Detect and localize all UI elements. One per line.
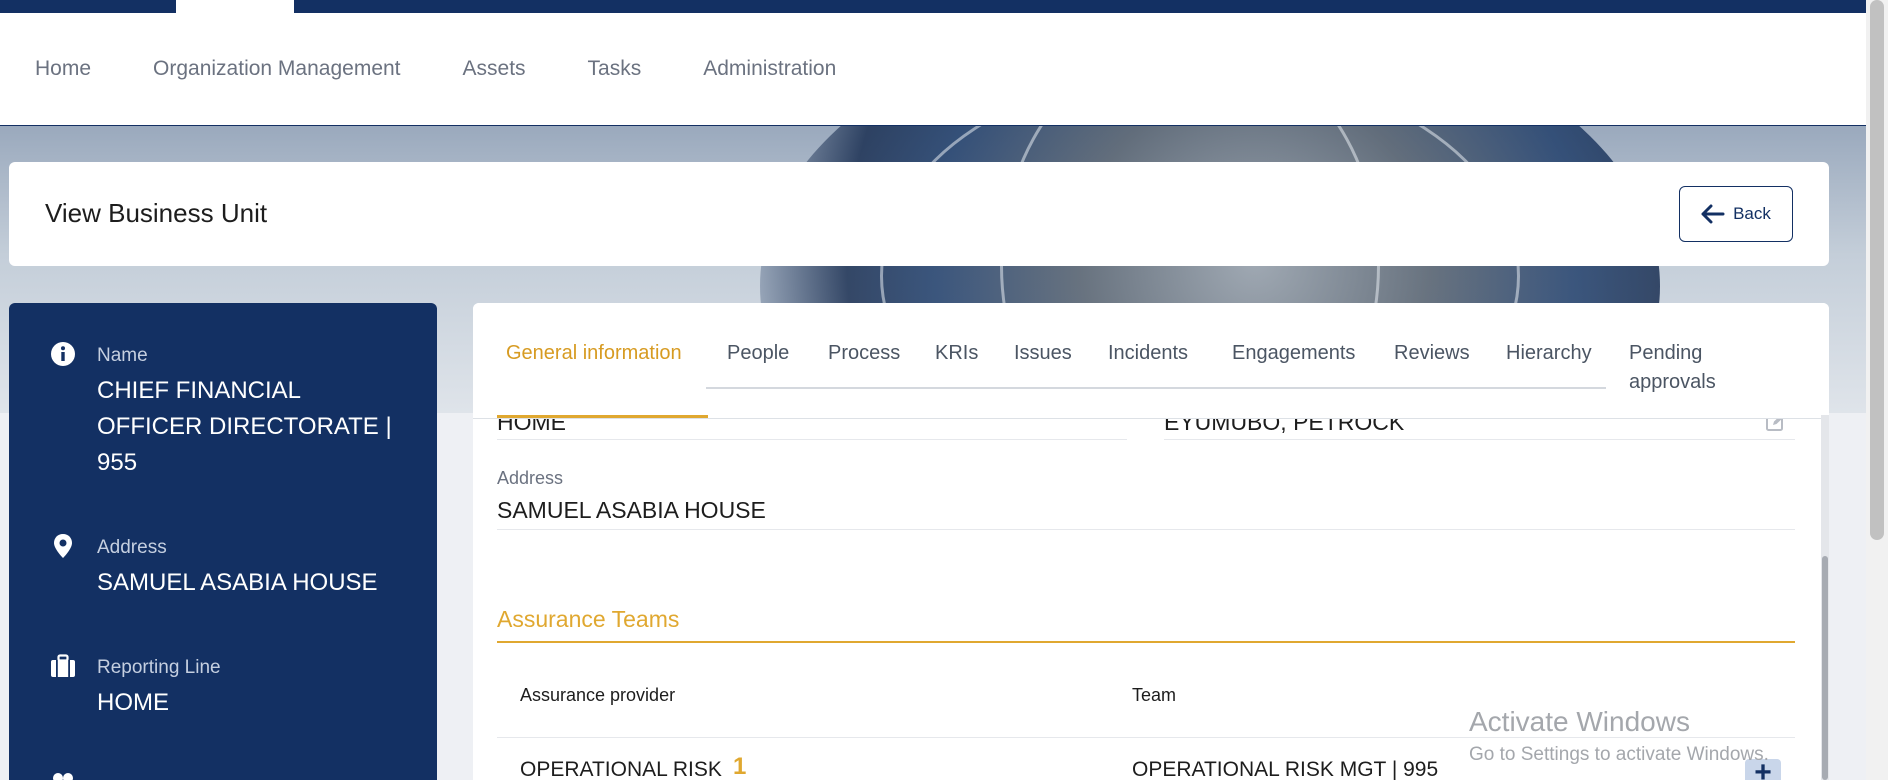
watermark-subtitle: Go to Settings to activate Windows. [1469, 744, 1769, 765]
map-pin-icon [54, 534, 72, 558]
sidebar-address-label: Address [97, 537, 167, 558]
main-nav: Home Organization Management Assets Task… [0, 13, 1866, 126]
tab-issues[interactable]: Issues [1014, 339, 1072, 368]
page-scrollbar-thumb[interactable] [1870, 0, 1884, 540]
table-cell-team: OPERATIONAL RISK MGT | 995 [1132, 758, 1439, 780]
provider-count-badge: 1 [733, 753, 747, 780]
tab-pending-approvals[interactable]: Pending approvals [1629, 339, 1739, 397]
page-title: View Business Unit [45, 198, 268, 228]
nav-item-home[interactable]: Home [35, 57, 91, 81]
column-header-assurance-provider: Assurance provider [520, 685, 676, 705]
briefcase-icon [51, 654, 75, 677]
watermark-title: Activate Windows [1469, 706, 1690, 737]
nav-item-administration[interactable]: Administration [703, 57, 836, 81]
field-divider [497, 439, 1127, 440]
users-icon [53, 773, 73, 780]
assurance-teams-heading: Assurance Teams [497, 606, 680, 632]
arrow-left-icon [1701, 204, 1725, 224]
tab-people[interactable]: People [727, 339, 789, 368]
address-field-label: Address [497, 468, 564, 488]
tab-process[interactable]: Process [828, 339, 900, 368]
tab-reviews[interactable]: Reviews [1394, 339, 1470, 368]
sidebar-reporting-value: HOME [97, 689, 169, 716]
sidebar-reporting-label: Reporting Line [97, 657, 221, 678]
address-field-value: SAMUEL ASABIA HOUSE [497, 497, 766, 523]
nav-item-assets[interactable]: Assets [463, 57, 526, 81]
content-scrollbar-thumb[interactable] [1822, 556, 1828, 780]
back-button-label: Back [1733, 204, 1771, 223]
top-strip-active-tab [176, 0, 294, 13]
field-divider [497, 529, 1795, 530]
tab-engagements[interactable]: Engagements [1232, 339, 1355, 368]
activate-windows-watermark: Activate Windows Go to Settings to activ… [1469, 706, 1769, 766]
sidebar-name-value: CHIEF FINANCIAL OFFICER DIRECTORATE | 95… [97, 377, 392, 476]
tab-incidents[interactable]: Incidents [1108, 339, 1188, 368]
detail-tabs: General information People Process KRIs … [473, 303, 1829, 419]
sidebar-name-label: Name [97, 345, 148, 366]
tab-general-information[interactable]: General information [506, 339, 686, 368]
back-button[interactable]: Back [1679, 186, 1793, 242]
table-cell-provider: OPERATIONAL RISK [520, 758, 722, 780]
field-divider [1164, 439, 1795, 440]
top-strip [0, 0, 1866, 13]
summary-sidebar: Name CHIEF FINANCIAL OFFICER DIRECTORATE… [9, 303, 437, 780]
nav-item-organization-management[interactable]: Organization Management [153, 57, 400, 81]
column-header-team: Team [1132, 685, 1177, 705]
sidebar-address-value: SAMUEL ASABIA HOUSE [97, 569, 378, 596]
section-divider [497, 641, 1795, 643]
tabs-bottom-border [473, 418, 1829, 419]
tab-kris[interactable]: KRIs [935, 339, 978, 368]
tabs-underline [706, 387, 1606, 389]
tab-hierarchy[interactable]: Hierarchy [1506, 339, 1592, 368]
page-header-card: View Business Unit Back [9, 162, 1829, 266]
info-icon [51, 342, 75, 366]
nav-item-tasks[interactable]: Tasks [588, 57, 642, 81]
